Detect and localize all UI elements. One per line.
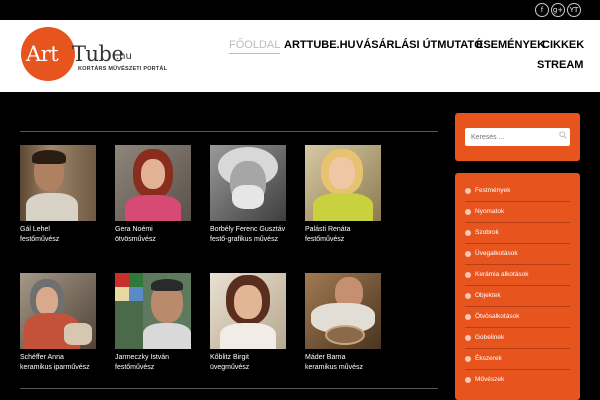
category-item[interactable]: Kerámia alkotások bbox=[465, 265, 570, 286]
nav-esemenyek[interactable]: ESEMÉNYEK bbox=[476, 39, 545, 51]
artist-card[interactable]: Palásti Renáta festőművész bbox=[305, 145, 397, 243]
category-item[interactable]: Szobrok bbox=[465, 223, 570, 244]
category-label[interactable]: Ötvösalkotások bbox=[475, 313, 519, 320]
divider-bottom bbox=[20, 388, 438, 389]
artist-name: Kőblitz Birgit bbox=[210, 354, 249, 361]
artist-role: keramikus művész bbox=[305, 364, 363, 371]
artist-card[interactable]: Gera Noémi ötvösművész bbox=[115, 145, 207, 243]
bullet-icon bbox=[465, 335, 471, 341]
category-label[interactable]: Ékszerek bbox=[475, 355, 502, 362]
category-item[interactable]: Művészek bbox=[465, 370, 570, 391]
artist-role: ötvösművész bbox=[115, 236, 156, 243]
category-item[interactable]: Gobelinek bbox=[465, 328, 570, 349]
category-label[interactable]: Szobrok bbox=[475, 229, 499, 236]
logo-tagline: KORTÁRS MŰVÉSZETI PORTÁL bbox=[78, 66, 168, 72]
search-icon[interactable] bbox=[559, 131, 567, 139]
artist-role: keramikus iparművész bbox=[20, 364, 90, 371]
artist-name: Borbély Ferenc Gusztáv bbox=[210, 226, 286, 233]
category-item[interactable]: Üvegalkotások bbox=[465, 244, 570, 265]
bullet-icon bbox=[465, 188, 471, 194]
category-item[interactable]: Festmények bbox=[465, 181, 570, 202]
nav-fooldal[interactable]: FŐOLDAL bbox=[229, 39, 281, 54]
category-label[interactable]: Gobelinek bbox=[475, 334, 504, 341]
logo-art: Art bbox=[26, 42, 59, 66]
category-item[interactable]: Nyomatok bbox=[465, 202, 570, 223]
youtube-icon[interactable]: YT bbox=[567, 3, 581, 17]
category-label[interactable]: Festmények bbox=[475, 187, 510, 194]
nav-stream[interactable]: STREAM bbox=[537, 59, 583, 71]
artist-photo[interactable] bbox=[115, 145, 191, 221]
artist-photo[interactable] bbox=[305, 145, 381, 221]
artist-photo[interactable] bbox=[305, 273, 381, 349]
artist-name: Gera Noémi bbox=[115, 226, 153, 233]
artist-photo[interactable] bbox=[20, 145, 96, 221]
bullet-icon bbox=[465, 272, 471, 278]
artist-name: Jarmeczky István bbox=[115, 354, 170, 361]
top-bar: f g+ YT bbox=[0, 0, 600, 20]
category-item[interactable]: Ékszerek bbox=[465, 349, 570, 370]
divider-top bbox=[20, 131, 438, 132]
category-label[interactable]: Objektek bbox=[475, 292, 501, 299]
category-label[interactable]: Üvegalkotások bbox=[475, 250, 518, 257]
logo-hu: .hu bbox=[116, 51, 132, 62]
artist-name: Máder Barna bbox=[305, 354, 346, 361]
artist-name: Gál Lehel bbox=[20, 226, 50, 233]
bullet-icon bbox=[465, 293, 471, 299]
site-header: Art Tube .hu KORTÁRS MŰVÉSZETI PORTÁL FŐ… bbox=[0, 20, 600, 92]
artist-photo[interactable] bbox=[20, 273, 96, 349]
artist-photo[interactable] bbox=[210, 145, 286, 221]
artist-role: üvegművész bbox=[210, 364, 250, 371]
artist-card[interactable]: Borbély Ferenc Gusztáv festő-grafikus mű… bbox=[210, 145, 302, 243]
nav-cikkek[interactable]: CIKKEK bbox=[542, 39, 584, 51]
category-list: Festmények Nyomatok Szobrok Üvegalkotáso… bbox=[455, 173, 580, 400]
artist-card[interactable]: Máder Barna keramikus művész bbox=[305, 273, 397, 371]
category-label[interactable]: Kerámia alkotások bbox=[475, 271, 528, 278]
bullet-icon bbox=[465, 230, 471, 236]
artist-photo[interactable] bbox=[115, 273, 191, 349]
artist-role: festőművész bbox=[305, 236, 345, 243]
search-input[interactable] bbox=[465, 128, 570, 146]
artist-card[interactable]: Schéffer Anna keramikus iparművész bbox=[20, 273, 112, 371]
artist-card[interactable]: Kőblitz Birgit üvegművész bbox=[210, 273, 302, 371]
category-item[interactable]: Objektek bbox=[465, 286, 570, 307]
artist-card[interactable]: Jarmeczky István festőművész bbox=[115, 273, 207, 371]
bullet-icon bbox=[465, 377, 471, 383]
category-label[interactable]: Nyomatok bbox=[475, 208, 504, 215]
bullet-icon bbox=[465, 209, 471, 215]
facebook-icon[interactable]: f bbox=[535, 3, 549, 17]
bullet-icon bbox=[465, 251, 471, 257]
artist-name: Schéffer Anna bbox=[20, 354, 64, 361]
nav-vasarlasi-utmutato[interactable]: VÁSÁRLÁSI ÚTMUTATÓ bbox=[356, 39, 483, 51]
artist-role: festőművész bbox=[20, 236, 60, 243]
search-widget bbox=[455, 113, 580, 161]
category-item[interactable]: Ötvösalkotások bbox=[465, 307, 570, 328]
category-label[interactable]: Művészek bbox=[475, 376, 504, 383]
artist-card[interactable]: Gál Lehel festőművész bbox=[20, 145, 112, 243]
artist-role: festőművész bbox=[115, 364, 155, 371]
artist-role: festő-grafikus művész bbox=[210, 236, 279, 243]
google-plus-icon[interactable]: g+ bbox=[551, 3, 565, 17]
bullet-icon bbox=[465, 314, 471, 320]
artist-photo[interactable] bbox=[210, 273, 286, 349]
artist-name: Palásti Renáta bbox=[305, 226, 351, 233]
nav-arttube[interactable]: ARTTUBE.HU bbox=[284, 39, 356, 51]
bullet-icon bbox=[465, 356, 471, 362]
